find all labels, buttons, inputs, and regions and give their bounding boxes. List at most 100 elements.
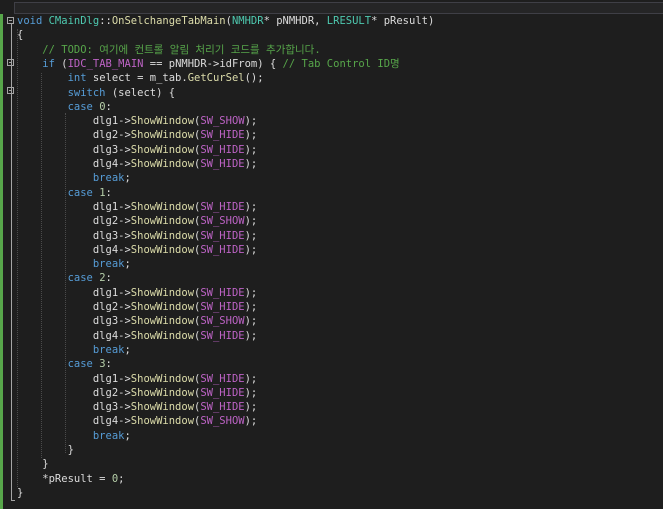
code-token: SW_HIDE <box>200 243 245 256</box>
code-line: break; <box>17 429 131 443</box>
code-token: : <box>105 186 112 199</box>
code-token: LRESULT <box>326 15 372 27</box>
code-token: SW_HIDE <box>200 372 245 385</box>
code-token: dlg4-> <box>17 329 131 342</box>
code-token: dlg3-> <box>17 401 131 414</box>
code-token: } <box>17 444 74 456</box>
code-token: dlg3-> <box>17 143 131 156</box>
collapse-icon[interactable] <box>7 87 14 94</box>
code-token: ); <box>244 386 258 399</box>
code-token: ; <box>124 258 131 271</box>
code-token: == pNMHDR->idFrom) { <box>143 57 283 70</box>
code-token: SW_SHOW <box>200 315 245 328</box>
code-token: SW_HIDE <box>200 286 245 299</box>
code-token: dlg1-> <box>17 286 131 299</box>
collapse-icon[interactable] <box>7 17 14 24</box>
code-token: :: <box>99 15 112 27</box>
code-token: ShowWindow <box>130 415 195 428</box>
code-token: ); <box>244 372 258 385</box>
code-token: int <box>67 72 87 85</box>
outlining-margin <box>3 14 15 509</box>
code-line: void CMainDlg::OnSelchangeTabMain(NMHDR*… <box>17 14 434 28</box>
code-line: case 0: <box>17 100 112 114</box>
code-line: dlg4->ShowWindow(SW_HIDE); <box>17 243 257 257</box>
code-token: // Tab Control ID명 <box>282 57 400 70</box>
code-line: case 2: <box>17 271 112 285</box>
code-token: } <box>17 486 24 499</box>
code-line: break; <box>17 171 131 185</box>
code-token: ShowWindow <box>130 200 195 213</box>
scope-dropdown[interactable] <box>14 2 663 14</box>
code-line: } <box>17 486 23 500</box>
code-token: : <box>105 100 112 113</box>
code-token: SW_HIDE <box>200 200 245 213</box>
code-token: SW_SHOW <box>200 215 245 228</box>
code-token: SW_SHOW <box>200 415 245 428</box>
code-token: ); <box>244 286 258 299</box>
code-token: ); <box>244 200 258 213</box>
code-line: dlg4->ShowWindow(SW_HIDE); <box>17 329 257 343</box>
code-token: dlg3-> <box>17 315 131 328</box>
code-token: ShowWindow <box>130 372 195 385</box>
code-token: ); <box>244 229 258 242</box>
code-token: break <box>92 258 125 271</box>
collapse-icon[interactable] <box>7 59 14 66</box>
code-token: dlg4-> <box>17 243 131 256</box>
code-line: case 3: <box>17 357 112 371</box>
code-token: NMHDR <box>231 15 264 27</box>
code-token: SW_HIDE <box>200 401 245 414</box>
code-token: dlg1-> <box>17 115 131 128</box>
code-token: ShowWindow <box>130 158 195 170</box>
code-line: dlg2->ShowWindow(SW_HIDE); <box>17 300 257 314</box>
code-token: ShowWindow <box>130 115 195 128</box>
code-token: dlg2-> <box>17 215 131 228</box>
code-token: if <box>42 57 55 70</box>
code-token: SW_HIDE <box>200 386 245 399</box>
code-token: OnSelchangeTabMain <box>111 15 226 27</box>
code-token: // TODO: 여기에 컨트롤 알림 처리기 코드를 추가합니다. <box>42 43 321 56</box>
code-token: ); <box>244 215 258 228</box>
code-line: int select = m_tab.GetCurSel(); <box>17 71 264 85</box>
code-token: dlg2-> <box>17 129 131 142</box>
code-token: SW_HIDE <box>200 143 245 156</box>
code-line: dlg4->ShowWindow(SW_HIDE); <box>17 157 257 171</box>
code-token: case <box>67 272 93 285</box>
code-token: ; <box>124 429 131 442</box>
code-line: case 1: <box>17 186 112 200</box>
code-token: { <box>17 29 24 42</box>
code-token: case <box>67 358 93 371</box>
code-token: SW_HIDE <box>200 158 245 170</box>
code-line: { <box>17 28 23 42</box>
code-token: ); <box>244 301 258 313</box>
code-token: break <box>92 429 125 442</box>
code-editor[interactable]: void CMainDlg::OnSelchangeTabMain(NMHDR*… <box>0 0 663 509</box>
code-token: switch <box>67 86 106 99</box>
code-token: dlg4-> <box>17 415 131 428</box>
code-token: ( <box>54 57 68 70</box>
code-token: SW_HIDE <box>200 329 245 342</box>
code-token: dlg2-> <box>17 301 131 313</box>
code-line: dlg3->ShowWindow(SW_HIDE); <box>17 143 257 157</box>
code-line: dlg2->ShowWindow(SW_HIDE); <box>17 128 257 142</box>
code-token: GetCurSel <box>187 72 245 85</box>
fold-end-marker <box>11 500 15 501</box>
fold-guide <box>11 24 12 500</box>
code-token: (); <box>244 72 264 85</box>
code-token: ShowWindow <box>130 215 195 228</box>
code-token: ShowWindow <box>130 143 195 156</box>
code-token: ); <box>244 143 258 156</box>
code-token: ); <box>244 115 258 128</box>
code-token: *pResult = <box>17 472 112 485</box>
code-token: CMainDlg <box>48 15 100 27</box>
code-line: dlg2->ShowWindow(SW_HIDE); <box>17 386 257 400</box>
code-line: *pResult = 0; <box>17 472 124 486</box>
code-line: dlg3->ShowWindow(SW_HIDE); <box>17 229 257 243</box>
